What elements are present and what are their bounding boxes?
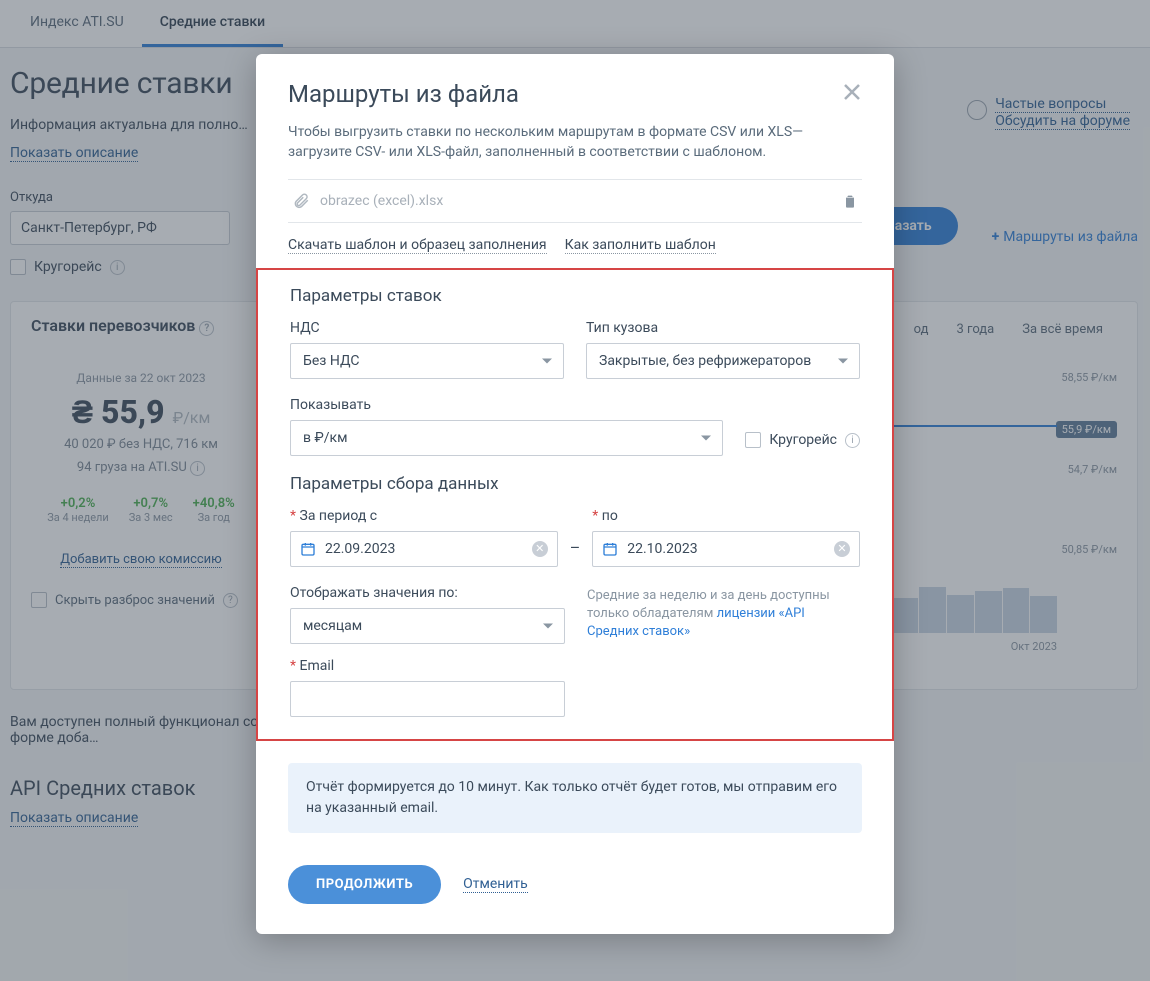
modal-overlay: Маршруты из файла Чтобы выгрузить ставки…: [0, 0, 1150, 981]
report-note: Отчёт формируется до 10 минут. Как тольк…: [288, 763, 862, 833]
display-by-select[interactable]: месяцам: [290, 608, 565, 644]
delete-file-icon[interactable]: [842, 193, 858, 209]
modal-description: Чтобы выгрузить ставки по нескольким мар…: [288, 122, 862, 163]
clear-icon[interactable]: ✕: [834, 541, 850, 557]
close-icon[interactable]: [840, 80, 868, 108]
paperclip-icon: [292, 192, 310, 210]
calendar-icon: [300, 541, 316, 557]
show-label: Показывать: [290, 397, 723, 413]
email-label: Email: [290, 658, 565, 674]
highlighted-parameters: Параметры ставок НДС Без НДС Тип кузова …: [256, 268, 894, 741]
uploaded-file-row: obrazec (excel).xlsx: [288, 179, 862, 223]
license-hint: Средние за неделю и за день доступны тол…: [587, 587, 860, 644]
file-name: obrazec (excel).xlsx: [320, 193, 832, 209]
routes-from-file-modal: Маршруты из файла Чтобы выгрузить ставки…: [256, 54, 894, 934]
email-input[interactable]: [290, 681, 565, 717]
template-links: Скачать шаблон и образец заполнения Как …: [288, 237, 862, 254]
show-select[interactable]: в ₽/км: [290, 420, 723, 456]
cancel-link[interactable]: Отменить: [463, 876, 528, 893]
date-to-input[interactable]: [592, 531, 860, 567]
nds-select[interactable]: Без НДС: [290, 343, 564, 379]
calendar-icon: [602, 541, 618, 557]
body-type-select[interactable]: Закрытые, без рефрижераторов: [586, 343, 860, 379]
clear-icon[interactable]: ✕: [532, 541, 548, 557]
rates-params-title: Параметры ставок: [290, 286, 860, 306]
round-trip-modal-checkbox[interactable]: [745, 432, 761, 448]
date-dash: –: [570, 538, 581, 567]
data-params-title: Параметры сбора данных: [290, 474, 860, 494]
download-template-link[interactable]: Скачать шаблон и образец заполнения: [288, 237, 547, 254]
continue-button[interactable]: ПРОДОЛЖИТЬ: [288, 865, 441, 904]
modal-title: Маршруты из файла: [288, 80, 862, 108]
body-type-label: Тип кузова: [586, 320, 860, 336]
round-trip-modal-row: Кругорейс i: [745, 397, 860, 456]
period-to-label: по: [592, 508, 860, 524]
date-from-input[interactable]: [290, 531, 558, 567]
nds-label: НДС: [290, 320, 564, 336]
display-by-label: Отображать значения по:: [290, 585, 565, 601]
period-from-label: За период с: [290, 508, 558, 524]
how-to-fill-link[interactable]: Как заполнить шаблон: [565, 237, 716, 254]
info-icon[interactable]: i: [845, 433, 860, 448]
